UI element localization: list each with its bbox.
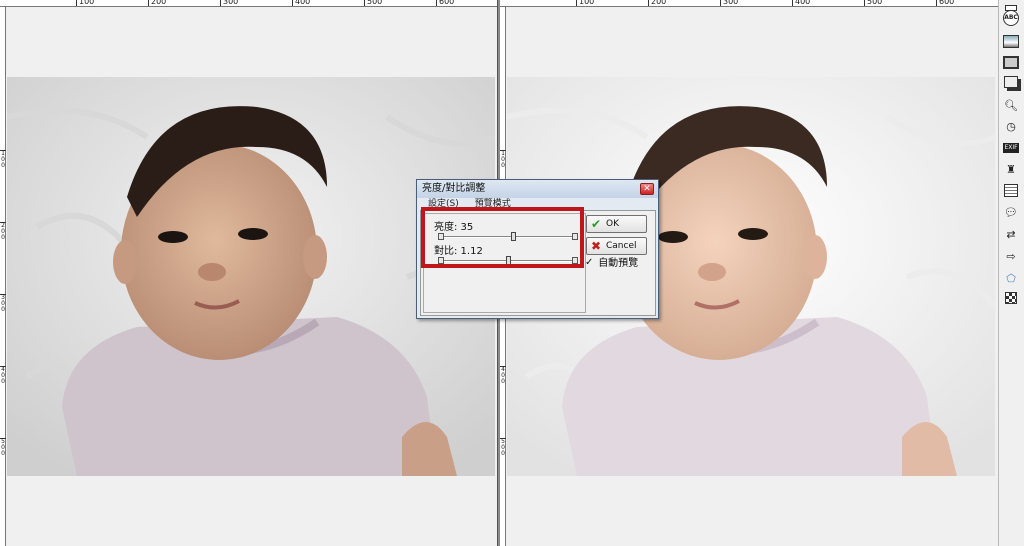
ruler-tick-label: 400 (792, 0, 810, 6)
crop-tool-icon[interactable]: ♜ (1002, 161, 1020, 177)
check-icon: ✔ (591, 217, 602, 231)
arrow-right-icon[interactable]: ⇨ (1002, 248, 1020, 264)
close-icon[interactable]: ✕ (640, 183, 654, 195)
ruler-tick-label: 400 (0, 366, 6, 385)
checkmark-icon: ✓ (585, 257, 594, 268)
ruler-tick-label: 600 (936, 0, 954, 6)
ruler-tick-label: 500 (0, 438, 6, 457)
cancel-label: Cancel (606, 241, 637, 251)
ruler-tick-label: 300 (720, 0, 738, 6)
ruler-tick-label: 500 (364, 0, 382, 6)
ruler-tick-label: 200 (0, 222, 6, 241)
exif-icon[interactable]: EXIF (1002, 140, 1020, 156)
frame-icon[interactable] (1002, 54, 1020, 70)
ruler-tick-label: 100 (576, 0, 594, 6)
ruler-tick-label: 200 (648, 0, 666, 6)
ruler-tick-label: 400 (500, 366, 506, 385)
ruler-tick-label: 100 (0, 150, 6, 169)
exif-label: EXIF (1003, 143, 1019, 153)
ruler-tick-label: 100 (500, 150, 506, 169)
clock-icon[interactable]: ◷ (1002, 118, 1020, 134)
speech-bubble-icon[interactable]: 💬︎ (1002, 204, 1020, 220)
right-toolbar: ABC 🔍︎ ◷ EXIF ♜ 💬︎ ⇄ ⇨ ⬠ (998, 0, 1024, 546)
ruler-tick-label: 300 (0, 294, 6, 313)
top-ruler: 100 200 300 400 500 600 (500, 0, 998, 7)
top-ruler: 100 200 300 400 500 600 (0, 0, 497, 7)
ruler-tick-label: 500 (864, 0, 882, 6)
dialog-title: 亮度/對比調整 (417, 180, 658, 198)
text-abc-icon[interactable]: ABC (1002, 10, 1020, 26)
layers-icon[interactable] (1002, 74, 1020, 90)
ruler-tick-label: 300 (220, 0, 238, 6)
checker-icon[interactable] (1002, 290, 1020, 306)
side-ruler: 100 200 300 400 500 (0, 7, 6, 546)
cross-icon: ✖ (591, 239, 602, 253)
ruler-tick-label: 500 (500, 438, 506, 457)
ruler-tick-label: 400 (292, 0, 310, 6)
ruler-tick-label: 200 (148, 0, 166, 6)
swap-icon[interactable]: ⇄ (1002, 226, 1020, 242)
cancel-button[interactable]: ✖ Cancel (586, 237, 647, 255)
ruler-tick-label: 100 (76, 0, 94, 6)
ok-label: OK (606, 219, 619, 229)
abc-label: ABC (1003, 10, 1019, 26)
slider-highlight-box (421, 207, 584, 268)
auto-preview-checkbox[interactable]: ✓ 自動預覽 (585, 258, 655, 270)
image-icon[interactable] (1002, 33, 1020, 49)
magnifier-icon[interactable]: 🔍︎ (1002, 97, 1020, 113)
ruler-tick-label: 600 (436, 0, 454, 6)
ok-button[interactable]: ✔ OK (586, 215, 647, 233)
favorite-icon[interactable]: ⬠ (1002, 270, 1020, 286)
calendar-icon[interactable] (1002, 182, 1020, 198)
auto-preview-label: 自動預覽 (598, 258, 639, 269)
